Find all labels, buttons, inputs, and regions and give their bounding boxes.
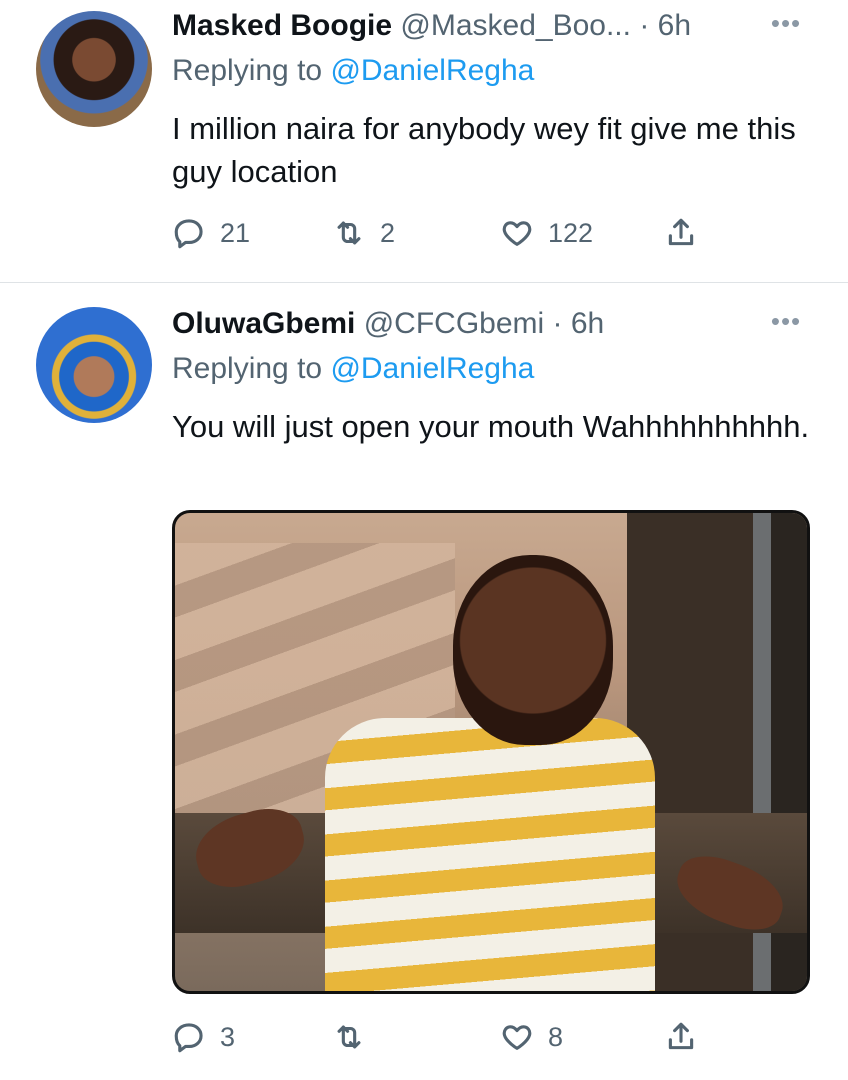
share-button[interactable] [664, 213, 698, 253]
tweet-text: You will just open your mouth Wahhhhhhhh… [172, 409, 810, 444]
replying-to-label: Replying to [172, 352, 331, 385]
tweet-header: OluwaGbemi @CFCGbemi · 6h ••• [172, 304, 808, 344]
action-bar: 3 8 [172, 1017, 712, 1057]
image-striped-shirt [325, 718, 655, 991]
retweet-count: 2 [380, 218, 396, 248]
reply-button[interactable]: 3 [172, 1017, 235, 1057]
retweet-icon [337, 1025, 361, 1049]
timestamp[interactable]: · 6h [639, 9, 691, 42]
user-handle[interactable]: @Masked_Boo... [400, 9, 631, 42]
like-button[interactable]: 8 [500, 1017, 563, 1057]
tweet[interactable]: OluwaGbemi @CFCGbemi · 6h ••• Replying t… [0, 283, 848, 1080]
action-bar: 21 2 122 [172, 213, 712, 253]
reply-count: 3 [220, 1022, 236, 1052]
tweet-header: Masked Boogie @Masked_Boo... · 6h ••• [172, 6, 808, 46]
retweet-icon [337, 221, 361, 245]
timestamp[interactable]: · 6h [553, 307, 605, 340]
retweet-button[interactable]: 2 [332, 213, 395, 253]
mention-link[interactable]: @DanielRegha [330, 352, 534, 385]
replying-to: Replying to @DanielRegha [172, 349, 534, 389]
more-icon[interactable]: ••• [764, 304, 808, 344]
mention-link[interactable]: @DanielRegha [330, 54, 534, 87]
reply-icon [174, 1023, 203, 1053]
display-name[interactable]: OluwaGbemi [172, 307, 355, 340]
replying-to: Replying to @DanielRegha [172, 51, 534, 91]
reply-button[interactable]: 21 [172, 213, 250, 253]
heart-icon [502, 1025, 532, 1050]
avatar[interactable] [36, 11, 152, 127]
tweet-text: I million naira for anybody wey fit give… [172, 111, 796, 189]
user-handle[interactable]: @CFCGbemi [364, 307, 544, 340]
tweet[interactable]: Masked Boogie @Masked_Boo... · 6h ••• Re… [0, 0, 848, 283]
heart-icon [502, 221, 532, 246]
image-boy-face [453, 555, 613, 745]
retweet-button[interactable] [332, 1017, 380, 1057]
display-name[interactable]: Masked Boogie [172, 9, 392, 42]
more-icon[interactable]: ••• [764, 6, 808, 46]
reply-icon [174, 219, 203, 249]
like-button[interactable]: 122 [500, 213, 593, 253]
like-count: 122 [548, 218, 594, 248]
share-button[interactable] [664, 1017, 698, 1057]
like-count: 8 [548, 1022, 564, 1052]
share-icon [668, 218, 694, 246]
reply-count: 21 [220, 218, 251, 248]
share-icon [668, 1022, 694, 1050]
replying-to-label: Replying to [172, 54, 331, 87]
tweet-media-image[interactable] [172, 510, 810, 994]
avatar[interactable] [36, 307, 152, 423]
